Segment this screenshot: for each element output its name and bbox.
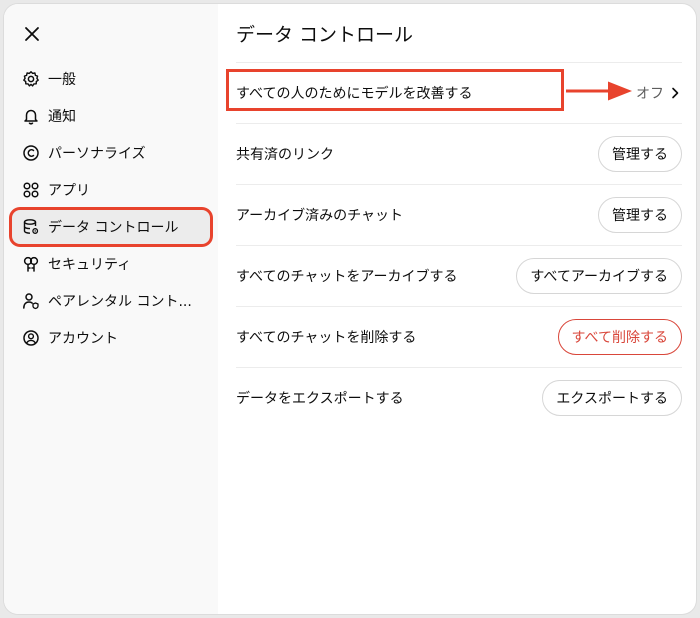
sidebar-item-data-controls[interactable]: データ コントロール	[12, 210, 210, 244]
setting-label: すべてのチャットをアーカイブする	[236, 269, 458, 285]
personalize-icon	[22, 144, 40, 162]
export-button[interactable]: エクスポートする	[542, 380, 682, 416]
settings-content: データ コントロール すべての人のためにモデルを改善する オフ 共有済のリンク …	[218, 4, 696, 614]
database-icon	[22, 218, 40, 236]
sidebar-item-label: 一般	[48, 72, 76, 88]
setting-label: データをエクスポートする	[236, 391, 404, 407]
setting-label: アーカイブ済みのチャット	[236, 208, 404, 224]
apps-grid-icon	[22, 181, 40, 199]
page-title: データ コントロール	[236, 24, 414, 46]
sidebar-item-label: セキュリティ	[48, 257, 132, 273]
improve-model-toggle[interactable]: オフ	[636, 83, 682, 103]
setting-label: 共有済のリンク	[236, 147, 334, 163]
settings-list: すべての人のためにモデルを改善する オフ 共有済のリンク 管理する アーカイブ済…	[236, 62, 682, 428]
setting-row-delete-all: すべてのチャットを削除する すべて削除する	[236, 306, 682, 367]
close-icon	[25, 27, 39, 41]
setting-label: すべてのチャットを削除する	[236, 330, 417, 346]
setting-row-archive-all: すべてのチャットをアーカイブする すべてアーカイブする	[236, 245, 682, 306]
sidebar-item-parental-controls[interactable]: ペアレンタル コント...	[12, 284, 210, 318]
sidebar-item-label: データ コントロール	[48, 220, 179, 236]
sidebar-item-label: パーソナライズ	[48, 146, 146, 162]
settings-sidebar: 一般 通知 パーソナライズ アプリ データ コントロール セキュリティ ペアレン…	[4, 4, 218, 614]
delete-all-button[interactable]: すべて削除する	[557, 319, 682, 355]
setting-label: すべての人のためにモデルを改善する	[236, 86, 473, 102]
sidebar-item-security[interactable]: セキュリティ	[12, 247, 210, 281]
parental-control-icon	[22, 292, 40, 310]
settings-nav: 一般 通知 パーソナライズ アプリ データ コントロール セキュリティ ペアレン…	[12, 62, 210, 358]
manage-archived-chats-button[interactable]: 管理する	[598, 197, 682, 233]
bell-icon	[22, 107, 40, 125]
sidebar-item-apps[interactable]: アプリ	[12, 173, 210, 207]
status-value: オフ	[636, 86, 664, 102]
gear-icon	[22, 70, 40, 88]
sidebar-item-label: アカウント	[48, 331, 118, 347]
sidebar-item-label: 通知	[48, 109, 76, 125]
settings-dialog: 一般 通知 パーソナライズ アプリ データ コントロール セキュリティ ペアレン…	[4, 4, 696, 614]
setting-row-archived-chats: アーカイブ済みのチャット 管理する	[236, 184, 682, 245]
user-circle-icon	[22, 329, 40, 347]
setting-row-improve-model[interactable]: すべての人のためにモデルを改善する オフ	[236, 62, 682, 123]
sidebar-item-notifications[interactable]: 通知	[12, 99, 210, 133]
manage-shared-links-button[interactable]: 管理する	[598, 136, 682, 172]
close-button[interactable]	[20, 22, 44, 46]
sidebar-item-account[interactable]: アカウント	[12, 321, 210, 355]
archive-all-button[interactable]: すべてアーカイブする	[516, 258, 682, 294]
sidebar-item-general[interactable]: 一般	[12, 62, 210, 96]
sidebar-item-label: ペアレンタル コント...	[48, 294, 192, 310]
shield-key-icon	[22, 255, 40, 273]
setting-row-shared-links: 共有済のリンク 管理する	[236, 123, 682, 184]
sidebar-item-personalize[interactable]: パーソナライズ	[12, 136, 210, 170]
sidebar-item-label: アプリ	[48, 183, 90, 199]
setting-row-export: データをエクスポートする エクスポートする	[236, 367, 682, 428]
chevron-right-icon	[668, 86, 682, 100]
